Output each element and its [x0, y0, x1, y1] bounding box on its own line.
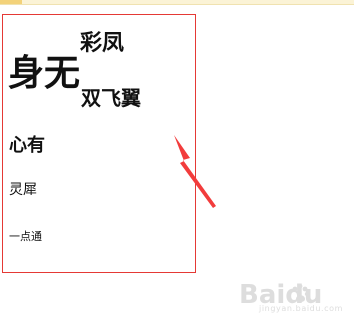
top-browser-strip	[0, 0, 354, 5]
poem-upper-text: 彩凤	[80, 31, 125, 56]
paw-icon	[292, 283, 310, 302]
screenshot-canvas: 身无 彩凤 双飞翼 心有 灵犀 一点通 Baidu jingyan.baidu.…	[0, 0, 354, 326]
baidu-watermark: Baidu jingyan.baidu.com	[232, 276, 344, 318]
poem-line-2: 灵犀	[9, 182, 37, 198]
watermark-subtext: jingyan.baidu.com	[259, 304, 344, 313]
arrow-icon	[174, 135, 216, 208]
top-browser-tab[interactable]	[0, 0, 22, 4]
poem-line-3: 一点通	[9, 230, 42, 243]
poem-big-text: 身无	[8, 53, 81, 94]
poem-lower-text: 双飞翼	[81, 86, 141, 110]
poem-line-1: 心有	[9, 135, 45, 156]
